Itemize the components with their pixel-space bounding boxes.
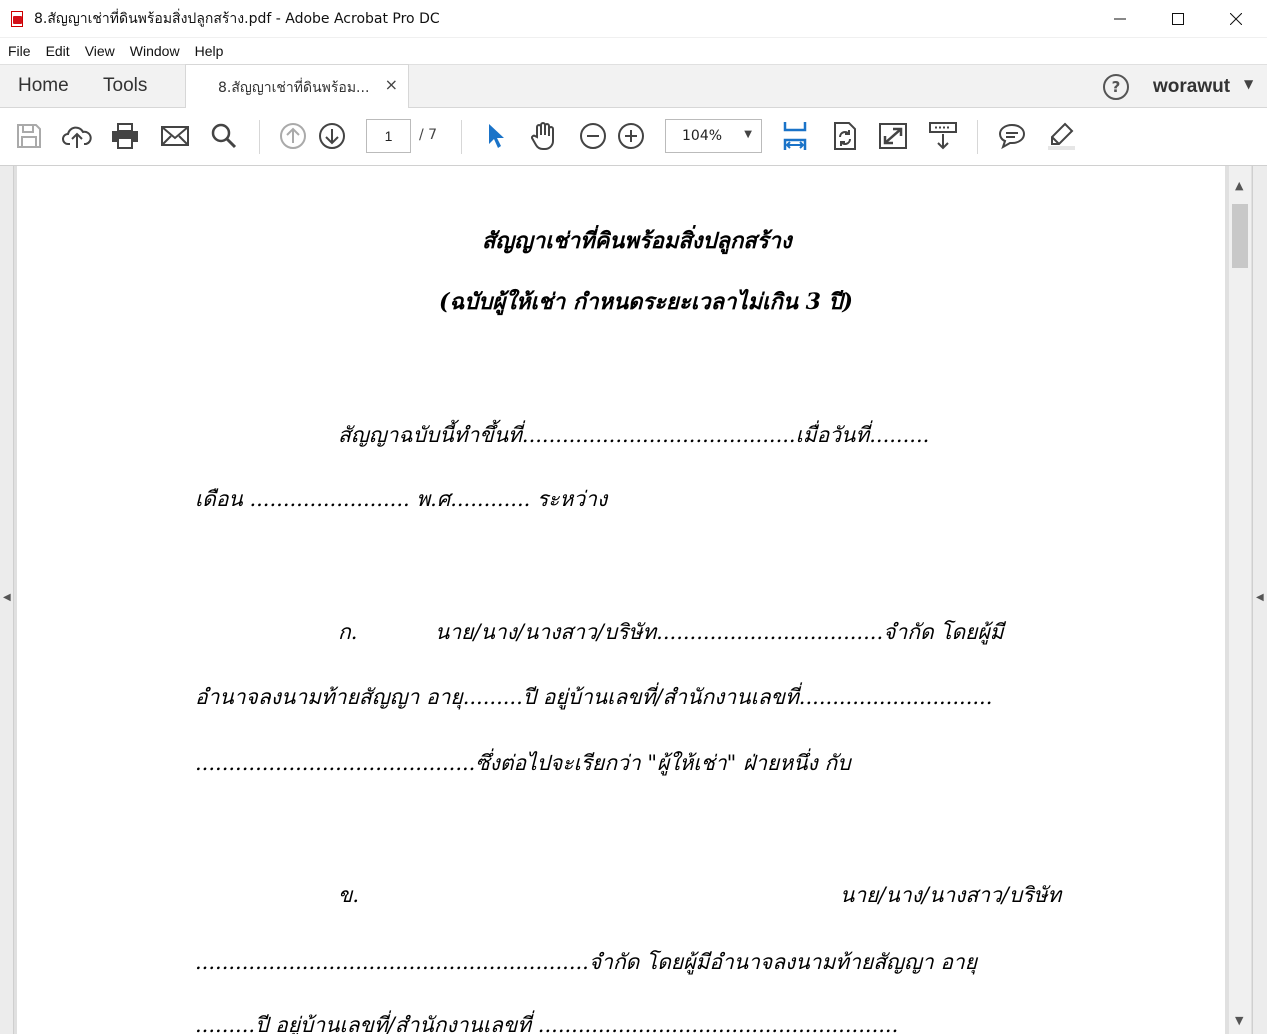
minimize-button[interactable] — [1091, 0, 1149, 38]
document-line: ........................................… — [195, 751, 851, 775]
close-window-button[interactable] — [1207, 0, 1265, 38]
highlight-icon[interactable] — [1045, 120, 1077, 152]
email-icon[interactable] — [159, 120, 191, 152]
maximize-icon — [1172, 13, 1184, 25]
document-line: ........................................… — [195, 950, 978, 974]
close-icon — [1230, 13, 1242, 25]
select-cursor-icon[interactable] — [479, 120, 511, 152]
vertical-scrollbar[interactable]: ▲ ▼ — [1229, 166, 1251, 1034]
menu-view[interactable]: View — [85, 43, 115, 59]
comment-icon[interactable] — [996, 120, 1028, 152]
page-number-input[interactable] — [366, 119, 411, 153]
menu-help[interactable]: Help — [195, 43, 224, 59]
menu-bar: File Edit View Window Help — [0, 38, 1267, 64]
help-icon[interactable]: ? — [1103, 74, 1129, 100]
user-menu-chevron-down-icon[interactable]: ▼ — [1244, 77, 1253, 91]
main-toolbar: / 7 104% ▼ — [0, 108, 1267, 166]
toolbar-divider — [977, 120, 978, 154]
document-line: ข. — [338, 883, 360, 907]
document-line: .........ปี อยู่บ้านเลขที่/สำนักงานเลขที… — [195, 1013, 899, 1034]
document-line: นาย/นาง/นางสาว/บริษัท...................… — [435, 620, 1004, 644]
document-line: ก. — [338, 620, 358, 644]
scroll-mode-icon[interactable] — [927, 120, 959, 152]
fit-width-icon[interactable] — [779, 120, 811, 152]
menu-edit[interactable]: Edit — [46, 43, 70, 59]
left-panel-arrow-icon: ◀ — [3, 592, 11, 603]
minimize-icon — [1114, 18, 1126, 20]
tab-document-label: 8.สัญญาเช่าที่ดินพร้อม... — [218, 80, 370, 96]
pdf-page: สัญญาเช่าที่คินพร้อมสิ่งปลูกสร้าง (ฉบับผ… — [17, 166, 1225, 1034]
scroll-thumb[interactable] — [1232, 204, 1248, 268]
print-icon[interactable] — [109, 120, 141, 152]
page-down-icon[interactable] — [316, 120, 348, 152]
scroll-down-icon[interactable]: ▼ — [1235, 1014, 1243, 1027]
zoom-in-icon[interactable] — [615, 120, 647, 152]
zoom-value: 104% — [682, 128, 723, 144]
cloud-upload-icon[interactable] — [61, 120, 93, 152]
right-panel-arrow-icon: ◀ — [1256, 592, 1264, 603]
left-panel-toggle[interactable]: ◀ — [0, 166, 14, 1034]
save-icon[interactable] — [13, 120, 45, 152]
tab-strip: Home Tools 8.สัญญาเช่าที่ดินพร้อม... × ?… — [0, 64, 1267, 109]
tab-document[interactable]: 8.สัญญาเช่าที่ดินพร้อม... × — [185, 64, 409, 109]
acrobat-pdf-icon — [10, 10, 26, 27]
document-title: สัญญาเช่าที่คินพร้อมสิ่งปลูกสร้าง — [482, 228, 792, 254]
scroll-up-icon[interactable]: ▲ — [1235, 179, 1243, 192]
user-account[interactable]: worawut — [1153, 76, 1230, 98]
document-line: สัญญาฉบับนี้ทำขึ้นที่...................… — [338, 423, 930, 447]
document-subtitle: (ฉบับผู้ให้เช่า กำหนดระยะเวลาไม่เกิน 3 ป… — [439, 289, 853, 315]
document-line: นาย/นาง/นางสาว/บริษัท — [840, 883, 1062, 907]
tab-close-icon[interactable]: × — [385, 75, 398, 94]
zoom-chevron-down-icon: ▼ — [744, 129, 752, 140]
tab-home[interactable]: Home — [18, 75, 69, 97]
maximize-button[interactable] — [1149, 0, 1207, 38]
window-title: 8.สัญญาเช่าที่ดินพร้อมสิ่งปลูกสร้าง.pdf … — [34, 10, 440, 27]
right-panel-toggle[interactable]: ◀ — [1252, 166, 1267, 1034]
tab-tools[interactable]: Tools — [103, 75, 147, 97]
zoom-select[interactable]: 104% ▼ — [665, 119, 762, 153]
search-icon[interactable] — [208, 120, 240, 152]
full-screen-icon[interactable] — [877, 120, 909, 152]
menu-file[interactable]: File — [8, 43, 31, 59]
document-line: เดือน ........................ พ.ศ......… — [195, 487, 608, 511]
document-area: ◀ สัญญาเช่าที่คินพร้อมสิ่งปลูกสร้าง (ฉบั… — [0, 166, 1267, 1034]
zoom-out-icon[interactable] — [577, 120, 609, 152]
page-up-icon[interactable] — [277, 120, 309, 152]
page-total: / 7 — [419, 127, 438, 143]
window-titlebar: 8.สัญญาเช่าที่ดินพร้อมสิ่งปลูกสร้าง.pdf … — [0, 0, 1267, 38]
hand-icon[interactable] — [527, 120, 559, 152]
menu-window[interactable]: Window — [130, 43, 180, 59]
rotate-page-icon[interactable] — [829, 120, 861, 152]
document-line: อำนาจลงนามท้ายสัญญา อายุ.........ปี อยู่… — [195, 685, 993, 709]
toolbar-divider — [461, 120, 462, 154]
toolbar-divider — [259, 120, 260, 154]
